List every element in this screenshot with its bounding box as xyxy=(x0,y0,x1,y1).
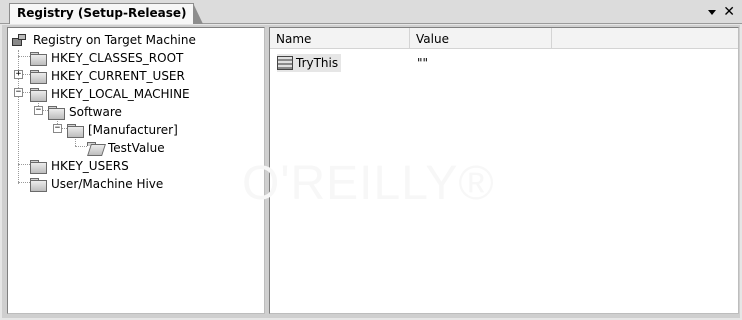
registry-editor: Registry on Target Machine HKEY_CLASSES_… xyxy=(2,25,740,318)
tree-node-label: HKEY_USERS xyxy=(51,158,129,173)
open-folder-icon xyxy=(87,142,103,154)
tree-line xyxy=(75,146,87,147)
tree-node-hkey-classes-root[interactable]: HKEY_CLASSES_ROOT xyxy=(30,49,184,67)
folder-icon xyxy=(30,88,47,102)
list-header: Name Value xyxy=(270,28,738,49)
document-tab-strip: Registry (Setup-Release) ✕ xyxy=(0,0,742,24)
tree-line xyxy=(22,74,30,75)
registry-values-pane[interactable]: Name Value TryThis "" xyxy=(269,27,739,314)
tree-node-user-machine-hive[interactable]: User/Machine Hive xyxy=(30,175,164,193)
tree-node-label: Software xyxy=(69,104,122,119)
folder-icon xyxy=(30,70,47,84)
tree-line xyxy=(18,164,30,165)
tree-line xyxy=(18,182,30,183)
tree-node-label: TestValue xyxy=(108,140,165,155)
registry-value-icon xyxy=(277,56,293,70)
registry-tree-pane[interactable]: Registry on Target Machine HKEY_CLASSES_… xyxy=(7,27,265,314)
close-icon[interactable]: ✕ xyxy=(723,5,735,19)
folder-icon xyxy=(67,124,84,138)
registry-tree: Registry on Target Machine HKEY_CLASSES_… xyxy=(8,28,264,313)
tree-node-software[interactable]: Software xyxy=(48,103,123,121)
collapse-icon[interactable]: − xyxy=(53,124,62,133)
collapse-icon[interactable]: − xyxy=(34,106,43,115)
tree-node-testvalue[interactable]: TestValue xyxy=(87,139,166,157)
tree-line xyxy=(22,92,30,93)
folder-icon xyxy=(30,160,47,174)
tab-title: Registry (Setup-Release) xyxy=(17,6,187,20)
expand-icon[interactable]: + xyxy=(14,70,23,79)
tree-node-label: HKEY_CLASSES_ROOT xyxy=(51,50,184,65)
tree-node-label: HKEY_CURRENT_USER xyxy=(51,68,185,83)
list-item-name: TryThis xyxy=(296,56,339,70)
tree-node-hkey-users[interactable]: HKEY_USERS xyxy=(30,157,130,175)
tree-node-label: [Manufacturer] xyxy=(88,122,178,137)
list-item-value: "" xyxy=(417,56,429,70)
tree-node-hkey-current-user[interactable]: HKEY_CURRENT_USER xyxy=(30,67,186,85)
list-item-name-cell[interactable]: TryThis xyxy=(277,54,342,72)
folder-icon xyxy=(30,178,47,192)
target-machine-icon xyxy=(12,33,28,47)
column-header-name[interactable]: Name xyxy=(270,28,410,49)
column-header-value[interactable]: Value xyxy=(410,28,552,49)
tab-registry-setup-release[interactable]: Registry (Setup-Release) xyxy=(9,3,202,24)
tree-node-label: User/Machine Hive xyxy=(51,176,164,191)
collapse-icon[interactable]: − xyxy=(14,88,23,97)
tree-node-manufacturer[interactable]: [Manufacturer] xyxy=(67,121,179,139)
tree-node-label: HKEY_LOCAL_MACHINE xyxy=(51,86,190,101)
tree-line xyxy=(18,56,30,57)
folder-icon xyxy=(48,106,65,120)
folder-icon xyxy=(30,52,47,66)
tab-strip-buttons: ✕ xyxy=(708,3,735,21)
list-item[interactable]: TryThis "" xyxy=(270,54,738,72)
tree-root[interactable]: Registry on Target Machine xyxy=(12,31,197,49)
chevron-down-icon[interactable] xyxy=(708,9,717,15)
tree-node-hkey-local-machine[interactable]: HKEY_LOCAL_MACHINE xyxy=(30,85,191,103)
tree-root-label: Registry on Target Machine xyxy=(33,32,196,47)
